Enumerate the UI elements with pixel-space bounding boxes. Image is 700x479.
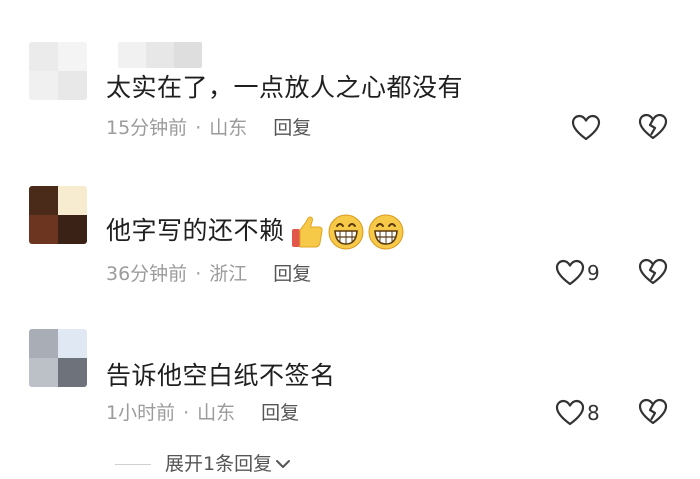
thumbs-up-icon [291,216,323,248]
comment-meta: 1小时前 · 山东 回复 [106,401,299,425]
dislike-button[interactable] [638,398,668,428]
grinning-face-icon [328,214,364,250]
comment-location: 山东 [209,117,248,139]
comment-time: 36分钟前 [106,263,188,285]
comment-location: 浙江 [209,263,248,285]
grinning-face-icon [368,214,404,250]
broken-heart-icon [638,398,668,425]
like-button[interactable]: 9 [555,258,600,288]
broken-heart-icon [638,113,668,140]
heart-icon [555,399,585,426]
expand-divider [115,463,151,465]
heart-icon [555,259,585,286]
meta-separator: · [195,263,202,285]
comment-meta: 36分钟前 · 浙江 回复 [106,262,311,286]
chevron-down-icon [276,460,291,468]
comment-text: 太实在了，一点放人之心都没有 [106,73,464,102]
comment-meta: 15分钟前 · 山东 回复 [106,116,311,140]
like-count: 8 [587,401,600,425]
like-count: 9 [587,261,600,285]
comment-text-content: 他字写的还不赖 [106,216,285,245]
meta-separator: · [195,117,202,139]
meta-separator: · [183,402,190,424]
avatar[interactable] [29,329,87,387]
dislike-button[interactable] [638,113,668,143]
like-button[interactable]: 8 [555,398,600,428]
avatar[interactable] [29,186,87,244]
comment-time: 15分钟前 [106,117,188,139]
comment-section: 太实在了，一点放人之心都没有 15分钟前 · 山东 回复 他字写的还不赖 36分… [0,0,700,479]
comment-text: 告诉他空白纸不签名 [106,361,336,390]
expand-replies-label: 展开1条回复 [165,453,273,475]
username-blurred[interactable] [118,42,202,68]
comment-text: 他字写的还不赖 [106,213,407,251]
heart-icon [571,114,601,141]
like-button[interactable] [571,113,601,143]
reply-button[interactable]: 回复 [261,402,299,424]
emoji-group [289,213,407,251]
broken-heart-icon [638,258,668,285]
comment-time: 1小时前 [106,402,176,424]
expand-replies-button[interactable]: 展开1条回复 [115,452,291,476]
reply-button[interactable]: 回复 [273,117,311,139]
avatar[interactable] [29,42,87,100]
comment-location: 山东 [197,402,236,424]
dislike-button[interactable] [638,258,668,288]
reply-button[interactable]: 回复 [273,263,311,285]
